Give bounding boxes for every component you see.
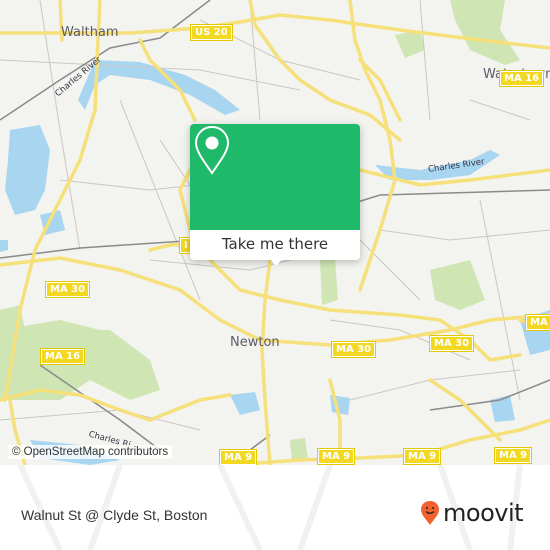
popup-pointer: [269, 258, 283, 266]
route-shield: MA 30: [330, 341, 377, 358]
route-shield: MA 9: [316, 448, 356, 465]
route-shield: US 20: [190, 24, 233, 41]
rail-line: [429, 379, 550, 411]
park: [430, 260, 485, 310]
moovit-logo[interactable]: moovit: [420, 499, 524, 527]
moovit-pin-icon: [421, 501, 439, 525]
location-popup: Take me there: [190, 124, 360, 266]
pond: [230, 392, 260, 415]
stop-address: Walnut St @ Clyde St, Boston: [21, 507, 208, 523]
popup-header[interactable]: [190, 124, 360, 230]
map-attribution[interactable]: © OpenStreetMap contributors: [8, 445, 173, 459]
map[interactable]: Waltham Watertown Newton Charles River C…: [0, 0, 550, 465]
route-shield: MA 30: [44, 281, 91, 298]
place-label-waltham: Waltham: [61, 25, 119, 40]
route-shield: MA 9: [218, 449, 258, 465]
route-shield: MA 16: [498, 70, 545, 87]
park: [450, 0, 520, 65]
pond: [0, 240, 8, 252]
map-pin-icon: [194, 125, 230, 175]
take-me-there-button[interactable]: Take me there: [190, 230, 360, 260]
route-shield: MA 30: [524, 314, 550, 331]
route-shield: MA 30: [428, 335, 475, 352]
route-shield: MA 9: [402, 448, 442, 465]
rail-line: [0, 0, 211, 121]
route-shield: MA 9: [493, 447, 533, 464]
route-shield: MA 16: [39, 348, 86, 365]
park: [320, 258, 338, 305]
footer: Walnut St @ Clyde St, Boston moovit: [0, 465, 550, 550]
logo-text: moovit: [443, 499, 524, 527]
place-label-newton: Newton: [230, 335, 280, 350]
lake: [5, 125, 50, 215]
